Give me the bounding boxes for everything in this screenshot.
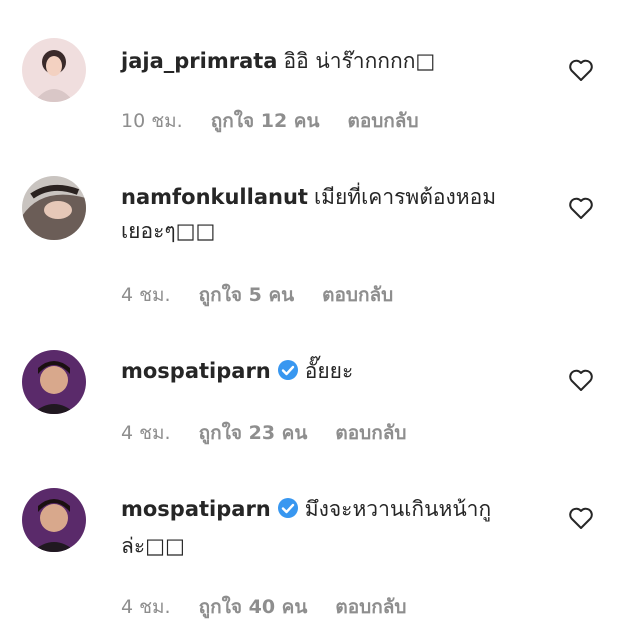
comment-username[interactable]: namfonkullanut [121, 185, 308, 209]
comment-meta: 4 ชม. ถูกใจ 40 คน ตอบกลับ [121, 592, 434, 622]
comment-time[interactable]: 4 ชม. [121, 596, 171, 618]
heart-outline-icon[interactable] [568, 506, 594, 530]
comment-text: namfonkullanut เมียที่เคารพต้องหอมเยอะๆ□□ [121, 180, 531, 248]
comment-username[interactable]: mospatiparn [121, 359, 271, 383]
avatar[interactable] [22, 176, 86, 240]
comment-text: jaja_primrata อิอิ น่าร๊ากกกก□ [121, 44, 531, 78]
comment-time[interactable]: 4 ชม. [121, 284, 171, 306]
comment-likes[interactable]: ถูกใจ 5 คน [199, 284, 295, 306]
comment-text: mospatiparn มึงจะหวานเกินหน้ากูล่ะ□□ [121, 492, 531, 563]
avatar[interactable] [22, 488, 86, 552]
avatar[interactable] [22, 38, 86, 102]
reply-button[interactable]: ตอบกลับ [347, 110, 418, 132]
avatar[interactable] [22, 350, 86, 414]
verified-badge-icon [277, 357, 299, 391]
heart-outline-icon[interactable] [568, 58, 594, 82]
heart-outline-icon[interactable] [568, 196, 594, 220]
comment-meta: 4 ชม. ถูกใจ 5 คน ตอบกลับ [121, 280, 421, 310]
heart-outline-icon[interactable] [568, 368, 594, 392]
comment-time[interactable]: 4 ชม. [121, 422, 171, 444]
comment-username[interactable]: jaja_primrata [121, 49, 277, 73]
comment-body: อั๊ยยะ [304, 359, 354, 383]
reply-button[interactable]: ตอบกลับ [335, 596, 406, 618]
reply-button[interactable]: ตอบกลับ [335, 422, 406, 444]
comment-likes[interactable]: ถูกใจ 12 คน [211, 110, 320, 132]
comment-likes[interactable]: ถูกใจ 40 คน [199, 596, 308, 618]
reply-button[interactable]: ตอบกลับ [322, 284, 393, 306]
comment-body: อิอิ น่าร๊ากกกก□ [283, 49, 436, 73]
comment-time[interactable]: 10 ชม. [121, 110, 183, 132]
comment-username[interactable]: mospatiparn [121, 497, 271, 521]
verified-badge-icon [277, 495, 299, 529]
comment-likes[interactable]: ถูกใจ 23 คน [199, 422, 308, 444]
comment-meta: 10 ชม. ถูกใจ 12 คน ตอบกลับ [121, 106, 447, 136]
comment-text: mospatiparn อั๊ยยะ [121, 354, 531, 391]
comment-meta: 4 ชม. ถูกใจ 23 คน ตอบกลับ [121, 418, 434, 448]
